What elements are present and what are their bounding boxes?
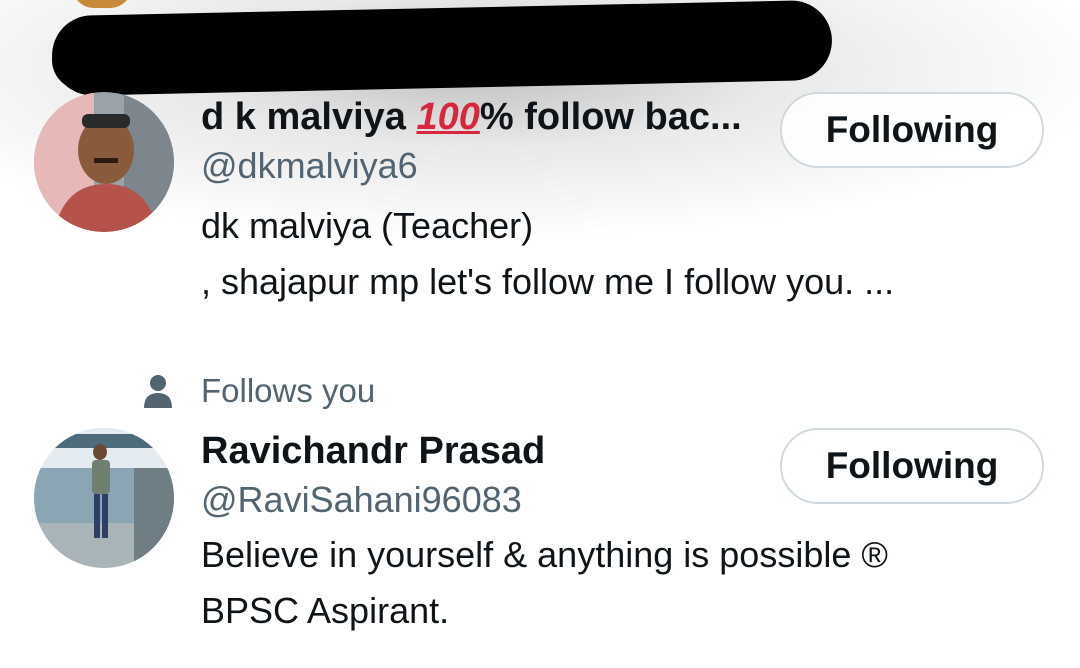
follows-you-label: Follows you	[201, 372, 376, 409]
avatar[interactable]	[34, 428, 174, 568]
user-handle[interactable]: @dkmalviya6	[201, 145, 418, 187]
bio-line-1: Believe in yourself & anything is possib…	[201, 534, 888, 575]
person-icon	[144, 375, 172, 408]
bio-line-1: dk malviya (Teacher)	[201, 205, 534, 246]
name-suffix: % follow bac...	[479, 96, 742, 138]
following-button[interactable]: Following	[780, 428, 1044, 504]
following-button[interactable]: Following	[780, 92, 1044, 168]
display-name[interactable]: d k malviya 100% follow bac...	[201, 96, 742, 139]
name-prefix: d k malviya	[201, 96, 417, 138]
profile-photo-icon	[34, 428, 174, 568]
redaction-mark-left	[52, 30, 172, 90]
display-name[interactable]: Ravichandr Prasad	[201, 430, 545, 473]
previous-user-avatar-peek	[72, 0, 132, 8]
follows-you-indicator: Follows you	[143, 371, 375, 411]
hundred-points-icon: 100	[416, 96, 480, 138]
avatar[interactable]	[34, 92, 174, 232]
bio-line-2: BPSC Aspirant.	[201, 590, 450, 631]
user-handle[interactable]: @RaviSahani96083	[201, 479, 522, 521]
bio-line-2: , shajapur mp let's follow me I follow y…	[201, 261, 895, 302]
profile-photo-icon	[34, 92, 174, 232]
